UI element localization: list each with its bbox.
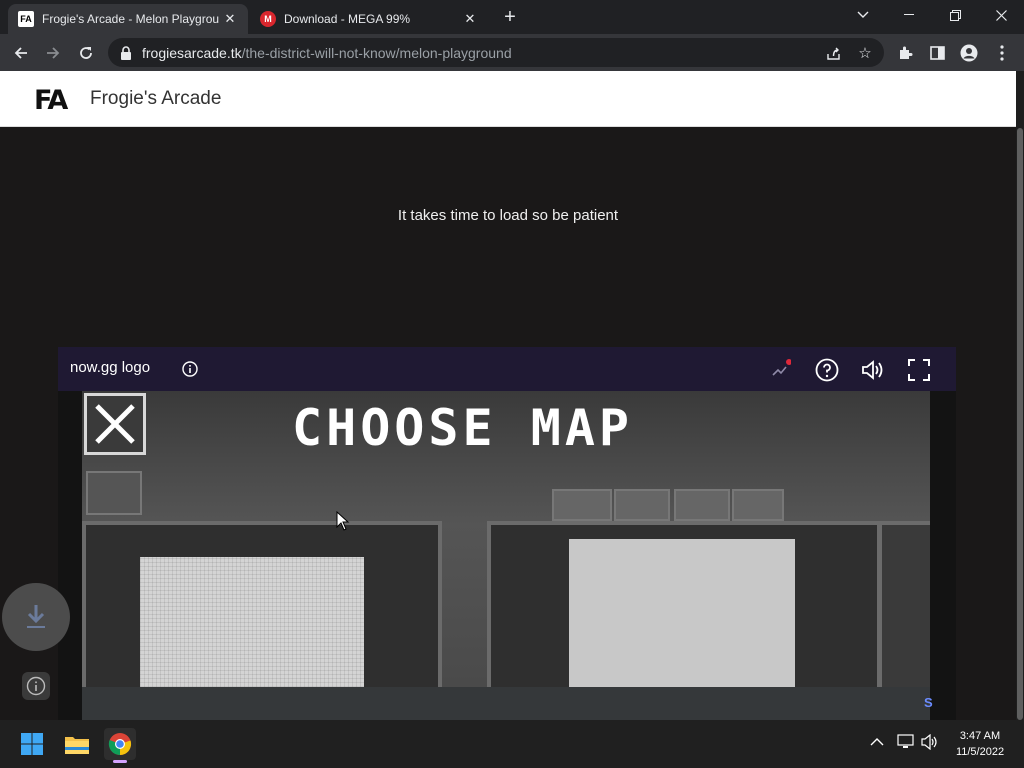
download-icon <box>27 605 45 628</box>
browser-toolbar: frogiesarcade.tk/the-district-will-not-k… <box>0 34 1024 71</box>
info-floating-button[interactable] <box>22 672 50 700</box>
tab-frogies-arcade[interactable]: FA Frogie's Arcade - Melon Playgrou ✕ <box>8 4 248 34</box>
restore-button[interactable] <box>932 0 978 30</box>
side-panel-icon[interactable] <box>924 40 950 66</box>
info-icon[interactable] <box>176 355 204 383</box>
reload-button[interactable] <box>73 40 99 66</box>
active-app-indicator <box>113 760 127 763</box>
clock-time: 3:47 AM <box>959 730 1001 742</box>
address-bar[interactable]: frogiesarcade.tk/the-district-will-not-k… <box>108 38 884 67</box>
nowgg-logo: now.gg logo <box>70 359 151 376</box>
minimize-button[interactable] <box>886 0 932 30</box>
close-tab-icon[interactable]: ✕ <box>222 11 238 27</box>
background-crate <box>674 489 730 521</box>
tab-search-chevron-icon[interactable] <box>840 0 886 30</box>
chrome-menu-icon[interactable] <box>989 40 1015 66</box>
close-map-button[interactable] <box>84 393 146 455</box>
scrollbar-thumb[interactable] <box>1017 128 1023 720</box>
close-window-button[interactable] <box>978 0 1024 30</box>
new-tab-button[interactable]: + <box>498 6 522 30</box>
bookmark-star-icon[interactable]: ☆ <box>854 42 876 64</box>
map-thumbnail <box>140 557 364 687</box>
game-canvas[interactable]: CHOOSE MAP <box>82 391 930 687</box>
loading-message: It takes time to load so be patient <box>397 207 619 224</box>
sound-icon[interactable] <box>859 356 887 384</box>
windows-taskbar: 3:47 AM 11/5/2022 <box>0 720 1024 768</box>
system-clock[interactable]: 3:47 AM 11/5/2022 <box>945 728 1015 760</box>
game-frame: now.gg logo CHOOSE MAP S <box>58 347 956 720</box>
lock-icon <box>120 45 132 60</box>
url-host: frogiesarcade.tk <box>142 44 242 61</box>
info-circle-icon <box>26 676 46 696</box>
map-option-3[interactable] <box>878 521 930 687</box>
network-icon[interactable] <box>897 734 915 753</box>
choose-map-heading: CHOOSE MAP <box>292 399 634 457</box>
map-thumbnail <box>569 539 795 687</box>
map-option-2[interactable] <box>487 521 881 687</box>
tab-title: Download - MEGA 99% <box>284 12 411 26</box>
tab-title: Frogie's Arcade - Melon Playgrou <box>42 12 220 26</box>
fullscreen-icon[interactable] <box>905 356 933 384</box>
network-stats-icon[interactable] <box>766 356 794 384</box>
extensions-puzzle-icon[interactable] <box>893 40 919 66</box>
site-header: FA Frogie's Arcade <box>0 71 1016 127</box>
tab-strip: FA Frogie's Arcade - Melon Playgrou ✕ M … <box>0 0 1024 34</box>
download-floating-button[interactable] <box>2 583 70 651</box>
chrome-taskbar-icon[interactable] <box>104 728 136 760</box>
windows-start-icon[interactable] <box>16 728 48 760</box>
background-shelf <box>86 471 142 515</box>
background-crate <box>732 489 784 521</box>
tab-mega-download[interactable]: M Download - MEGA 99% ✕ <box>250 4 488 34</box>
frogies-favicon-icon: FA <box>18 11 34 27</box>
volume-icon[interactable] <box>921 733 939 753</box>
share-icon[interactable] <box>822 42 844 64</box>
game-control-bar: now.gg logo <box>58 347 956 391</box>
site-logo[interactable]: FA <box>34 85 74 116</box>
url-path: /the-district-will-not-know/melon-playgr… <box>241 44 512 61</box>
tray-chevron-up-icon[interactable] <box>870 734 884 750</box>
file-explorer-icon[interactable] <box>61 728 93 760</box>
corner-label: S <box>924 695 933 710</box>
mouse-cursor-icon <box>336 511 350 531</box>
close-tab-icon[interactable]: ✕ <box>462 11 478 27</box>
game-bottom-bar <box>82 687 930 720</box>
site-title[interactable]: Frogie's Arcade <box>90 88 221 110</box>
background-crate <box>552 489 612 521</box>
back-button[interactable] <box>8 40 34 66</box>
map-option-1[interactable] <box>82 521 442 687</box>
help-icon[interactable] <box>813 356 841 384</box>
clock-date: 11/5/2022 <box>955 746 1005 758</box>
mega-favicon-icon: M <box>260 11 276 27</box>
background-crate <box>614 489 670 521</box>
profile-avatar-icon[interactable] <box>956 40 982 66</box>
forward-button[interactable] <box>40 40 66 66</box>
